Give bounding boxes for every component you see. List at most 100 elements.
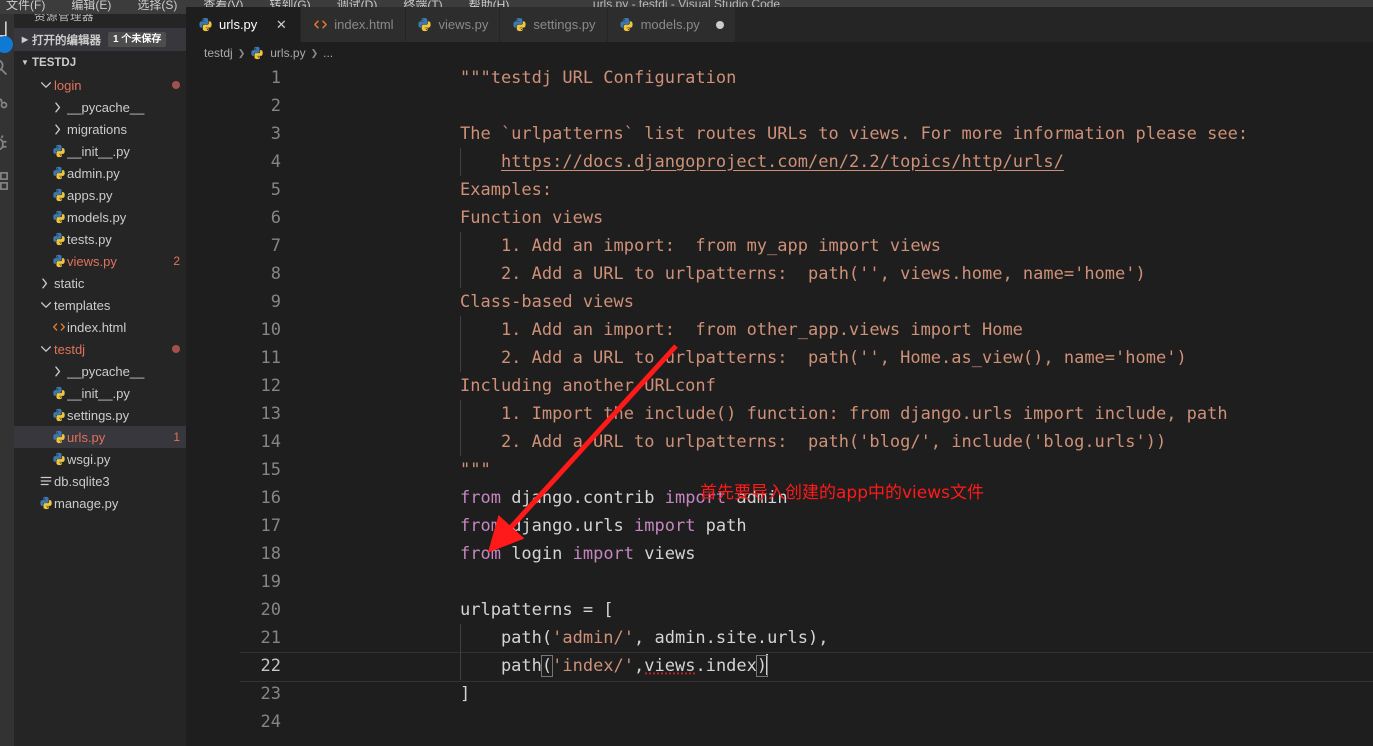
code-token: from	[460, 544, 501, 564]
breadcrumb-item[interactable]: ...	[323, 46, 333, 60]
code-line[interactable]: 9 Class-based views	[186, 288, 1373, 316]
debug-icon[interactable]	[0, 130, 12, 156]
source-control-icon[interactable]	[0, 92, 12, 118]
code-token: views	[634, 544, 696, 564]
code-line[interactable]: 14 2. Add a URL to urlpatterns: path('bl…	[186, 428, 1373, 456]
tab-label: index.html	[334, 17, 394, 32]
code-token: 1. Import the include() function: from d…	[460, 404, 1228, 424]
tree-item-manage-py[interactable]: manage.py	[14, 492, 186, 514]
tree-item-settings-py[interactable]: settings.py	[14, 404, 186, 426]
code-token: Class-based views	[460, 292, 634, 312]
code-editor[interactable]: 1 """testdj URL Configuration 2 3 The `urlpa…	[186, 64, 1373, 739]
code-line[interactable]: 22 path('index/',views.index)	[186, 652, 1373, 682]
tree-item-static[interactable]: static	[14, 272, 186, 294]
code-token: django.contrib	[500, 488, 665, 508]
line-number: 3	[270, 124, 281, 144]
editor-tab-bar[interactable]: urls.py ✕ index.html views.py settings.py mod…	[186, 7, 1373, 42]
file-tree[interactable]: login __pycache__ migrations __init__.py adm…	[14, 74, 186, 514]
tree-item-db-sqlite3[interactable]: db.sqlite3	[14, 470, 186, 492]
activity-bar[interactable]	[0, 14, 14, 746]
code-line[interactable]: 17 from django.urls import path	[186, 512, 1373, 540]
tree-item-index-html[interactable]: index.html	[14, 316, 186, 338]
tree-item--pycache-[interactable]: __pycache__	[14, 360, 186, 382]
code-line[interactable]: 6 Function views	[186, 204, 1373, 232]
close-icon[interactable]: ✕	[273, 17, 289, 33]
code-line[interactable]: 7 1. Add an import: from my_app import v…	[186, 232, 1373, 260]
breadcrumb-separator-icon: ❯	[237, 47, 246, 58]
breadcrumb[interactable]: testdj ❯ urls.py ❯...	[186, 42, 1373, 64]
code-line[interactable]: 2	[186, 92, 1373, 120]
tree-item-migrations[interactable]: migrations	[14, 118, 186, 140]
code-line[interactable]: 10 1. Add an import: from other_app.view…	[186, 316, 1373, 344]
python-file-icon	[197, 17, 213, 33]
code-line-text: """	[460, 456, 491, 484]
menu-item-1[interactable]: 编辑(E)	[71, 0, 111, 13]
tree-item-wsgi-py[interactable]: wsgi.py	[14, 448, 186, 470]
tree-item-urls-py[interactable]: urls.py 1	[14, 426, 186, 448]
search-icon[interactable]	[0, 54, 12, 80]
source-control-badge	[0, 36, 13, 53]
dirty-indicator-icon[interactable]	[715, 20, 724, 29]
code-token: 'admin/'	[552, 628, 635, 648]
breadcrumb-item[interactable]: testdj	[204, 46, 233, 60]
tree-item--init-py[interactable]: __init__.py	[14, 382, 186, 404]
code-line[interactable]: 1 """testdj URL Configuration	[186, 64, 1373, 92]
tree-item-admin-py[interactable]: admin.py	[14, 162, 186, 184]
chevron-down-icon	[37, 298, 54, 312]
tree-item-login[interactable]: login	[14, 74, 186, 96]
breadcrumb-item[interactable]: urls.py	[270, 46, 305, 60]
code-line[interactable]: 21 path('admin/', admin.site.urls),	[186, 624, 1373, 652]
code-token: admin	[726, 488, 788, 508]
tree-item-testdj[interactable]: testdj	[14, 338, 186, 360]
tree-item-tests-py[interactable]: tests.py	[14, 228, 186, 250]
code-line[interactable]: 16 from django.contrib import admin	[186, 484, 1373, 512]
code-line[interactable]: 19	[186, 568, 1373, 596]
tree-item-models-py[interactable]: models.py	[14, 206, 186, 228]
menu-item-2[interactable]: 选择(S)	[137, 0, 177, 13]
project-section-header[interactable]: ▼ TESTDJ	[14, 51, 186, 74]
code-line[interactable]: 24	[186, 708, 1373, 736]
editor-tab-urls-py[interactable]: urls.py ✕	[186, 7, 302, 42]
code-line[interactable]: 12 Including another URLconf	[186, 372, 1373, 400]
editor-tab-models-py[interactable]: models.py	[607, 7, 736, 42]
code-token: import	[634, 516, 696, 536]
extensions-icon[interactable]	[0, 168, 12, 194]
editor-tab-settings-py[interactable]: settings.py	[500, 7, 608, 42]
code-line[interactable]: 13 1. Import the include() function: fro…	[186, 400, 1373, 428]
code-line[interactable]: 5 Examples:	[186, 176, 1373, 204]
editor-tab-index-html[interactable]: index.html	[301, 7, 406, 42]
modified-dot-icon	[172, 81, 180, 89]
code-line[interactable]: 11 2. Add a URL to urlpatterns: path('',…	[186, 344, 1373, 372]
python-file-icon	[50, 144, 67, 158]
tree-item-templates[interactable]: templates	[14, 294, 186, 316]
tree-item-label: views.py	[67, 253, 117, 269]
tree-item-views-py[interactable]: views.py 2	[14, 250, 186, 272]
code-line-text: from django.urls import path	[460, 512, 747, 540]
tree-item-apps-py[interactable]: apps.py	[14, 184, 186, 206]
code-line[interactable]: 23]	[186, 680, 1373, 708]
open-editors-section-header[interactable]: ▶ 打开的编辑器 1 个未保存	[14, 28, 186, 51]
chevron-right-icon	[50, 364, 67, 378]
chevron-down-icon: ▼	[21, 58, 29, 67]
chevron-down-icon	[37, 342, 54, 356]
code-line[interactable]: 15 """	[186, 456, 1373, 484]
code-line[interactable]: 8 2. Add a URL to urlpatterns: path('', …	[186, 260, 1373, 288]
code-token: 2. Add a URL to urlpatterns: path('', Ho…	[460, 348, 1187, 368]
code-line[interactable]: 4 https://docs.djangoproject.com/en/2.2/…	[186, 148, 1373, 176]
tree-item--init-py[interactable]: __init__.py	[14, 140, 186, 162]
code-line[interactable]: 18 from login import views	[186, 540, 1373, 568]
code-line[interactable]: 20 urlpatterns = [	[186, 596, 1373, 624]
chevron-right-icon	[50, 122, 67, 136]
tree-item--pycache-[interactable]: __pycache__	[14, 96, 186, 118]
editor-tab-views-py[interactable]: views.py	[405, 7, 501, 42]
line-number: 6	[270, 208, 281, 228]
tree-item-label: apps.py	[67, 187, 113, 203]
python-file-icon	[50, 452, 67, 466]
tree-item-label: login	[54, 77, 82, 93]
code-token: 'index/'	[552, 656, 635, 676]
code-line[interactable]: 3 The `urlpatterns` list routes URLs to v…	[186, 120, 1373, 148]
code-token: login	[500, 544, 573, 564]
code-line-text: Function views	[460, 204, 603, 232]
menu-item-0[interactable]: 文件(F)	[6, 0, 45, 13]
tab-label: settings.py	[533, 17, 596, 32]
